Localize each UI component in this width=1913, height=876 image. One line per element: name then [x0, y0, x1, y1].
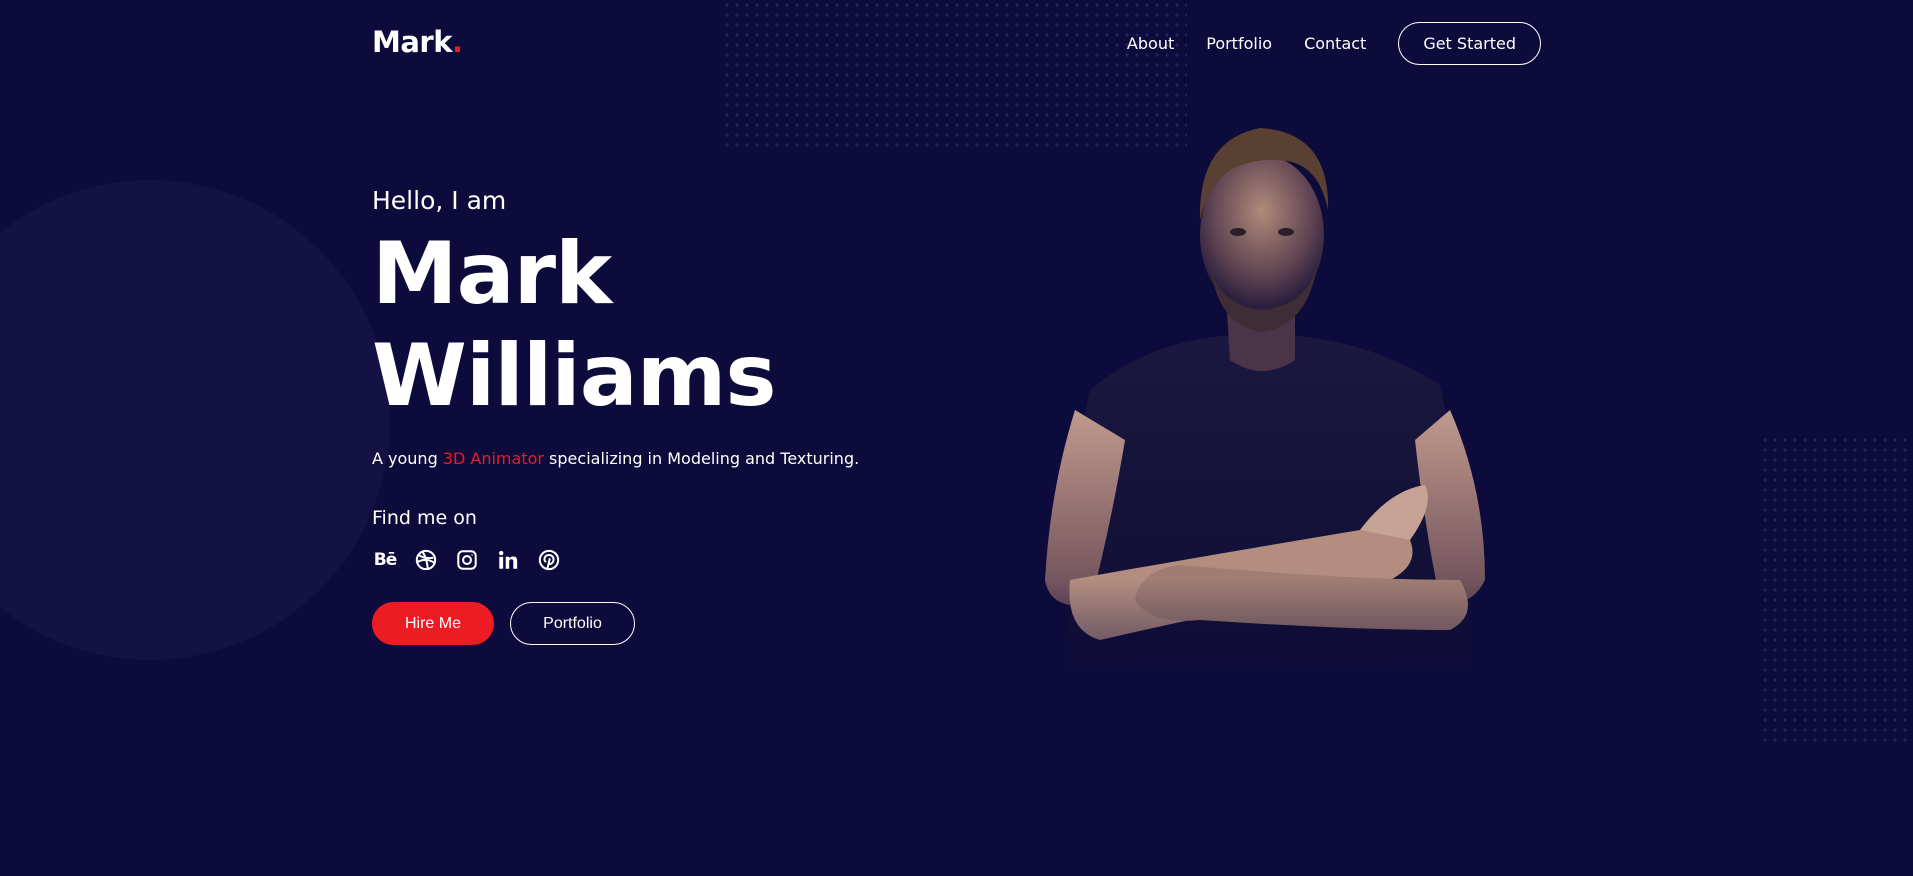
logo-dot: . — [452, 25, 463, 59]
instagram-icon — [457, 550, 477, 570]
landing-page: Mark. About Portfolio Contact Get Starte… — [0, 0, 1913, 876]
dribbble-icon — [415, 549, 437, 571]
hero-name-last: Williams — [372, 326, 777, 426]
pinterest-icon — [538, 549, 560, 571]
hire-me-button[interactable]: Hire Me — [372, 602, 494, 645]
tagline-pre: A young — [372, 449, 443, 468]
greeting-text: Hello, I am — [372, 186, 507, 215]
background-circle — [0, 180, 390, 660]
hero-buttons: Hire Me Portfolio — [372, 602, 972, 645]
hero-name: Mark Williams — [372, 223, 972, 427]
site-logo[interactable]: Mark. — [372, 22, 463, 62]
tagline: A young 3D Animator specializing in Mode… — [372, 447, 972, 471]
tagline-post: specializing in Modeling and Texturing. — [543, 449, 860, 468]
get-started-button[interactable]: Get Started — [1398, 22, 1541, 65]
instagram-link[interactable] — [454, 547, 480, 573]
nav-link-portfolio[interactable]: Portfolio — [1206, 34, 1272, 53]
social-links: Bē — [372, 547, 972, 573]
linkedin-icon — [499, 550, 518, 569]
dribbble-link[interactable] — [413, 547, 439, 573]
dot-pattern-right — [1760, 435, 1913, 747]
nav-link-about[interactable]: About — [1127, 34, 1174, 53]
logo-text: Mark — [372, 25, 453, 59]
behance-link[interactable]: Bē — [372, 547, 398, 573]
linkedin-link[interactable] — [495, 547, 521, 573]
portfolio-button[interactable]: Portfolio — [510, 602, 635, 645]
hero-name-first: Mark — [372, 224, 612, 324]
nav-link-contact[interactable]: Contact — [1304, 34, 1366, 53]
tagline-accent: 3D Animator — [442, 449, 544, 468]
behance-icon: Bē — [373, 550, 397, 570]
hero-section: Hello, I am Mark Williams A young 3D Ani… — [372, 183, 972, 645]
main-nav: About Portfolio Contact Get Started — [1127, 22, 1541, 65]
find-me-title: Find me on — [372, 507, 477, 529]
portrait-image — [1030, 128, 1500, 735]
pinterest-link[interactable] — [536, 547, 562, 573]
